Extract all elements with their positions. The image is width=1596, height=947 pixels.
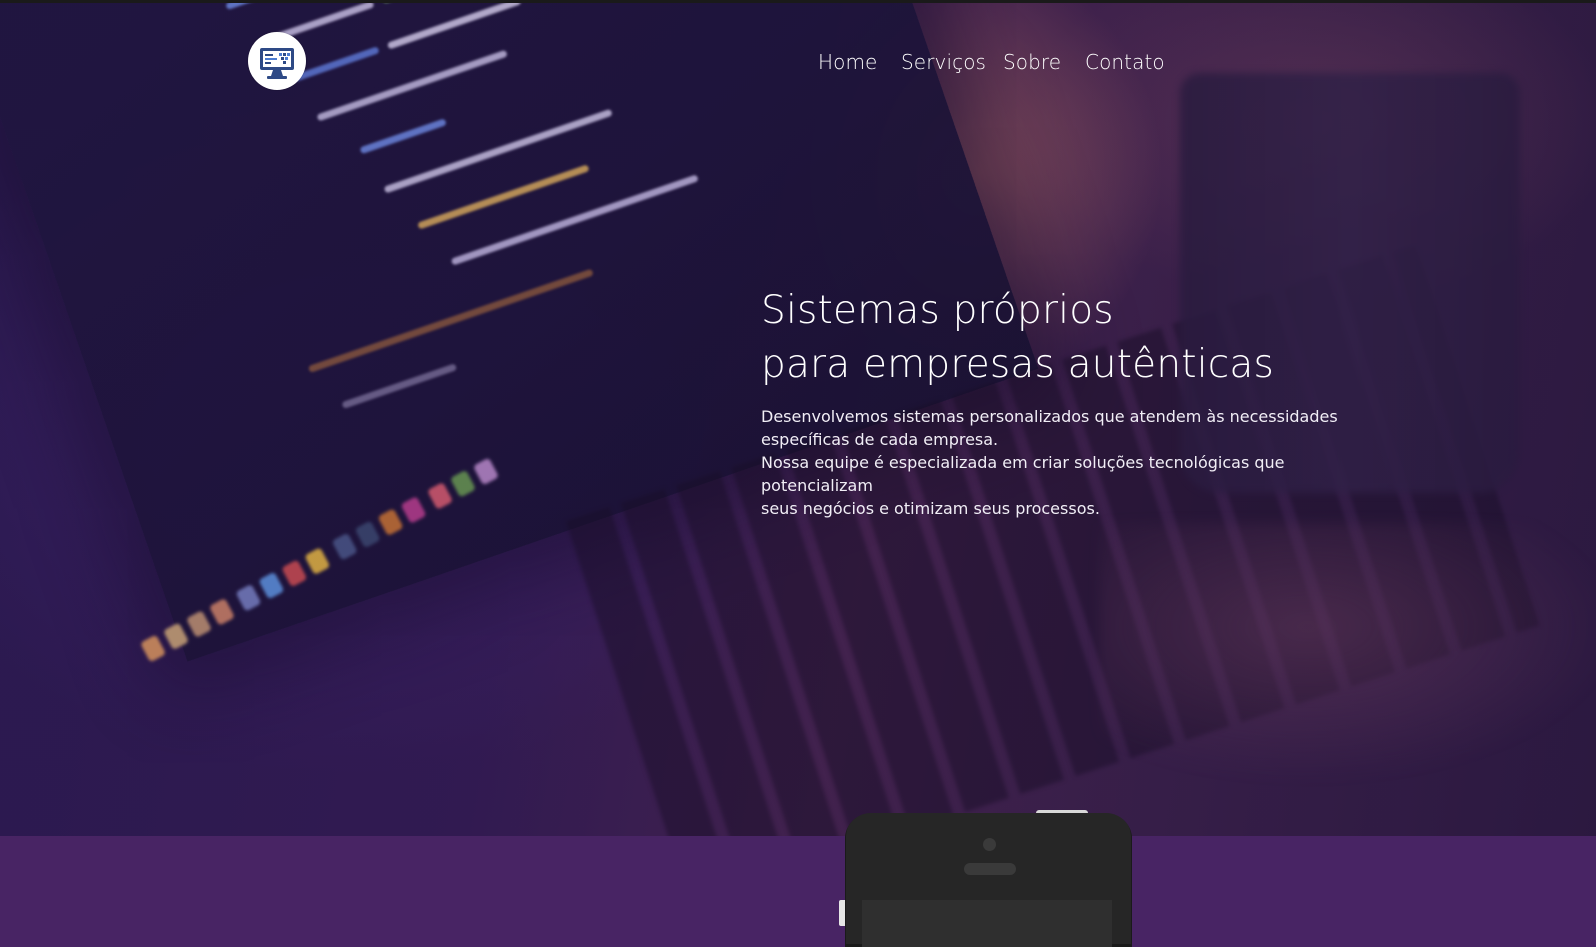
phone-camera-icon: [983, 838, 996, 851]
purple-section: [0, 836, 1596, 947]
hero-description-line-3: Nossa equipe é especializada em criar so…: [761, 453, 1285, 495]
hero-description-line-2: específicas de cada empresa.: [761, 430, 999, 449]
hero-description: Desenvolvemos sistemas personalizados qu…: [761, 405, 1401, 520]
hero-headline-line-1: Sistemas próprios: [761, 288, 1114, 333]
phone-screen: [862, 900, 1112, 947]
main-nav: Home Serviços Sobre Contato: [0, 50, 1596, 80]
hero-headline-line-2: para empresas autênticas: [761, 342, 1275, 387]
nav-item-contato[interactable]: Contato: [1085, 50, 1165, 74]
hero-headline: Sistemas próprios para empresas autêntic…: [761, 284, 1461, 392]
nav-item-home[interactable]: Home: [818, 50, 877, 74]
hero-description-line-1: Desenvolvemos sistemas personalizados qu…: [761, 407, 1338, 426]
nav-item-sobre[interactable]: Sobre: [1003, 50, 1061, 74]
phone-speaker: [964, 863, 1016, 875]
phone-side-button: [839, 900, 845, 926]
hero-description-line-4: seus negócios e otimizam seus processos.: [761, 499, 1100, 518]
nav-item-servicos[interactable]: Serviços: [901, 50, 986, 74]
